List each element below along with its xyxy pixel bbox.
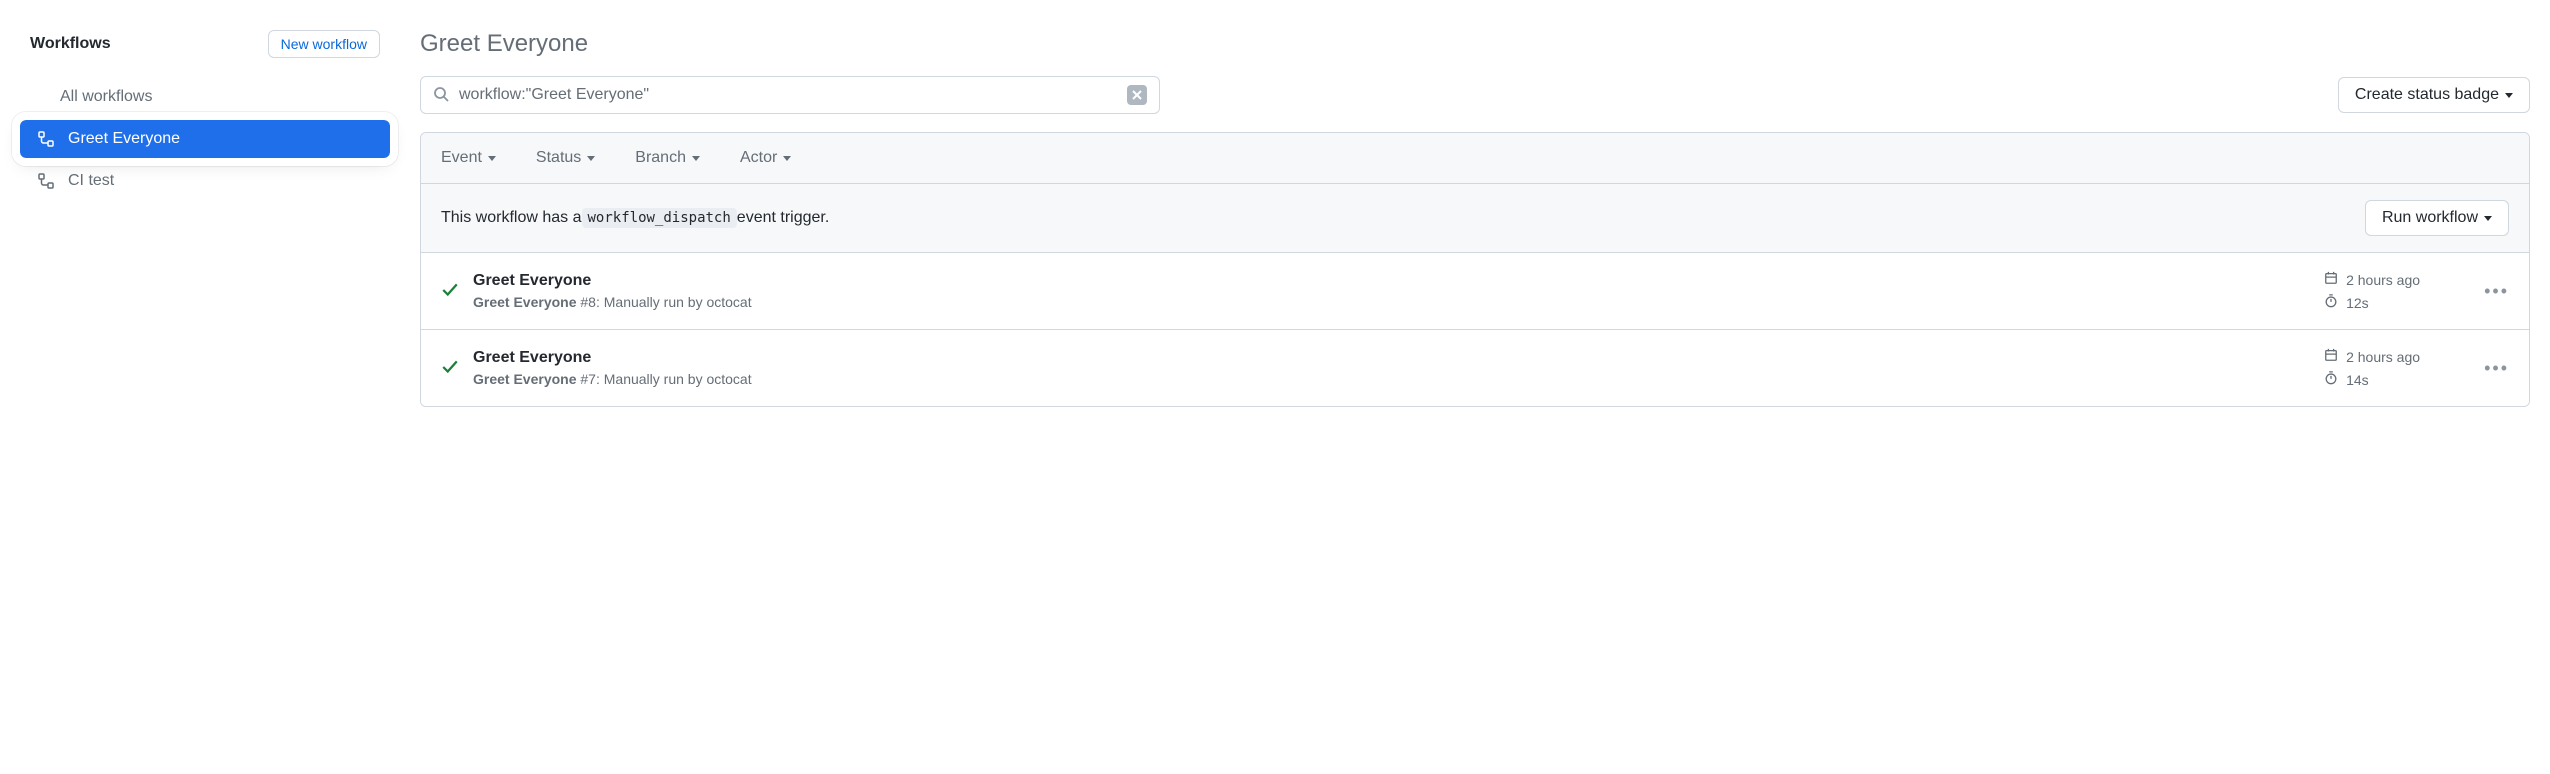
run-actions-menu[interactable]: ••• — [2484, 281, 2509, 302]
workflow-dispatch-banner: This workflow has a workflow_dispatch ev… — [421, 184, 2529, 253]
run-subtitle: Greet Everyone #7: Manually run by octoc… — [473, 371, 2324, 387]
sidebar-item-ci-test[interactable]: CI test — [20, 162, 390, 200]
sidebar-item-label: CI test — [68, 172, 114, 190]
sidebar-item-label: All workflows — [60, 88, 152, 106]
dispatch-text-suffix: event trigger. — [737, 209, 830, 227]
main-content: Greet Everyone Create status badge — [420, 30, 2530, 407]
chevron-down-icon — [2484, 216, 2492, 221]
sidebar: Workflows New workflow All workflows Gre… — [20, 30, 390, 407]
chevron-down-icon — [692, 156, 700, 161]
filter-actor[interactable]: Actor — [740, 149, 791, 167]
run-row[interactable]: Greet Everyone Greet Everyone #8: Manual… — [421, 253, 2529, 330]
chevron-down-icon — [488, 156, 496, 161]
chevron-down-icon — [2505, 93, 2513, 98]
calendar-icon — [2324, 271, 2338, 288]
run-time: 2 hours ago — [2346, 349, 2420, 365]
filter-event[interactable]: Event — [441, 149, 496, 167]
dispatch-text-prefix: This workflow has a — [441, 209, 582, 227]
run-workflow-button[interactable]: Run workflow — [2365, 200, 2509, 236]
workflow-icon — [38, 131, 54, 147]
run-subtitle: Greet Everyone #8: Manually run by octoc… — [473, 294, 2324, 310]
success-check-icon — [441, 358, 459, 379]
chevron-down-icon — [587, 156, 595, 161]
button-label: Run workflow — [2382, 209, 2478, 227]
workflow-icon — [38, 173, 54, 189]
run-title: Greet Everyone — [473, 349, 2324, 367]
page-title: Greet Everyone — [420, 30, 2530, 58]
run-duration: 12s — [2346, 295, 2369, 311]
button-label: Create status badge — [2355, 86, 2499, 104]
search-icon — [433, 86, 449, 105]
filter-status[interactable]: Status — [536, 149, 595, 167]
sidebar-item-greet-everyone[interactable]: Greet Everyone — [20, 120, 390, 158]
success-check-icon — [441, 281, 459, 302]
sidebar-title: Workflows — [30, 35, 111, 53]
run-title: Greet Everyone — [473, 272, 2324, 290]
run-row[interactable]: Greet Everyone Greet Everyone #7: Manual… — [421, 330, 2529, 406]
chevron-down-icon — [783, 156, 791, 161]
stopwatch-icon — [2324, 371, 2338, 388]
sidebar-item-label: Greet Everyone — [68, 130, 180, 148]
dispatch-code: workflow_dispatch — [582, 208, 737, 228]
clear-search-button[interactable] — [1127, 85, 1147, 105]
sidebar-item-all-workflows[interactable]: All workflows — [20, 78, 390, 116]
create-status-badge-button[interactable]: Create status badge — [2338, 77, 2530, 113]
new-workflow-button[interactable]: New workflow — [268, 30, 380, 58]
calendar-icon — [2324, 348, 2338, 365]
stopwatch-icon — [2324, 294, 2338, 311]
run-actions-menu[interactable]: ••• — [2484, 358, 2509, 379]
filter-branch[interactable]: Branch — [635, 149, 700, 167]
search-box[interactable] — [420, 76, 1160, 114]
run-time: 2 hours ago — [2346, 272, 2420, 288]
runs-list: Event Status Branch Actor This workflow … — [420, 132, 2530, 407]
run-duration: 14s — [2346, 372, 2369, 388]
search-input[interactable] — [459, 86, 1127, 104]
